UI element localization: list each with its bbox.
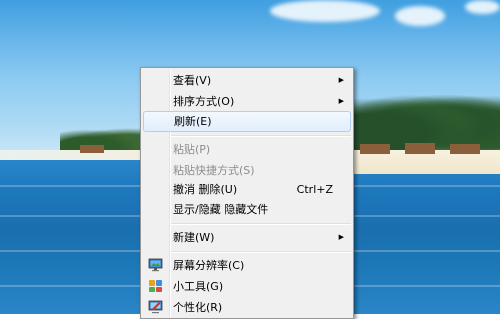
menu-item-show-hide-files[interactable]: 显示/隐藏 隐藏文件 bbox=[143, 199, 351, 220]
beach-hut bbox=[405, 143, 435, 154]
beach-hut bbox=[360, 144, 390, 154]
menu-item-label: 新建(W) bbox=[173, 231, 215, 244]
menu-item-label: 个性化(R) bbox=[173, 301, 223, 314]
menu-item-label: 显示/隐藏 隐藏文件 bbox=[173, 203, 269, 216]
menu-item-label: 小工具(G) bbox=[173, 280, 224, 293]
menu-item-view[interactable]: 查看(V) ▶ bbox=[143, 70, 351, 91]
menu-separator bbox=[171, 135, 351, 137]
menu-item-label: 屏幕分辨率(C) bbox=[173, 259, 245, 272]
menu-item-paste[interactable]: 粘贴(P) bbox=[143, 139, 351, 160]
menu-item-label: 粘贴(P) bbox=[173, 143, 211, 156]
menu-item-refresh[interactable]: 刷新(E) bbox=[143, 111, 351, 132]
menu-item-undo-delete[interactable]: 撤消 删除(U) Ctrl+Z bbox=[143, 179, 351, 200]
beach-left bbox=[0, 150, 150, 160]
menu-item-paste-shortcut[interactable]: 粘贴快捷方式(S) bbox=[143, 160, 351, 181]
menu-item-label: 排序方式(O) bbox=[173, 95, 235, 108]
menu-item-personalize[interactable]: 个性化(R) bbox=[143, 297, 351, 318]
menu-item-new[interactable]: 新建(W) ▶ bbox=[143, 227, 351, 248]
submenu-arrow-icon: ▶ bbox=[338, 97, 344, 105]
cloud bbox=[270, 0, 380, 22]
menu-item-sort-by[interactable]: 排序方式(O) ▶ bbox=[143, 91, 351, 112]
gadgets-icon bbox=[149, 280, 162, 292]
cloud bbox=[395, 6, 445, 26]
menu-separator bbox=[171, 251, 351, 253]
beach-hut bbox=[80, 145, 104, 153]
submenu-arrow-icon: ▶ bbox=[338, 233, 344, 241]
beach-hut bbox=[450, 144, 480, 154]
menu-item-label: 刷新(E) bbox=[174, 115, 212, 128]
cloud bbox=[465, 0, 500, 14]
menu-separator bbox=[171, 223, 351, 225]
personalize-icon bbox=[148, 300, 163, 314]
desktop-context-menu: 查看(V) ▶ 排序方式(O) ▶ 刷新(E) 粘贴(P) 粘贴快捷方式(S) … bbox=[140, 67, 354, 319]
monitor-icon bbox=[148, 258, 163, 272]
menu-item-label: 粘贴快捷方式(S) bbox=[173, 164, 255, 177]
submenu-arrow-icon: ▶ bbox=[338, 76, 344, 84]
menu-item-screen-resolution[interactable]: 屏幕分辨率(C) bbox=[143, 255, 351, 276]
menu-item-label: 查看(V) bbox=[173, 74, 212, 87]
menu-item-label: 撤消 删除(U) bbox=[173, 183, 238, 196]
menu-item-gadgets[interactable]: 小工具(G) bbox=[143, 276, 351, 297]
menu-item-shortcut: Ctrl+Z bbox=[296, 183, 333, 196]
